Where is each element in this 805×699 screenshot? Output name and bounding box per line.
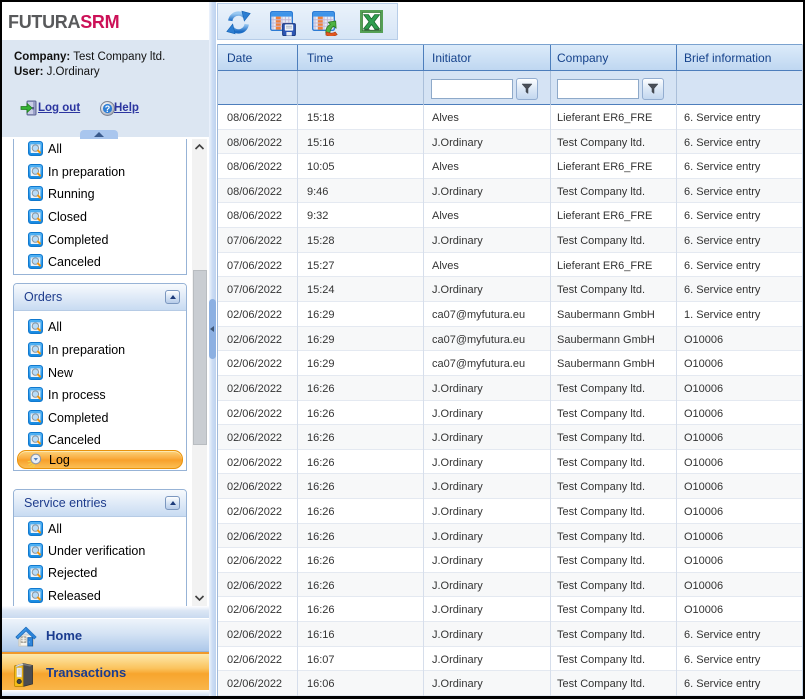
svg-text:?: ? bbox=[105, 104, 111, 114]
